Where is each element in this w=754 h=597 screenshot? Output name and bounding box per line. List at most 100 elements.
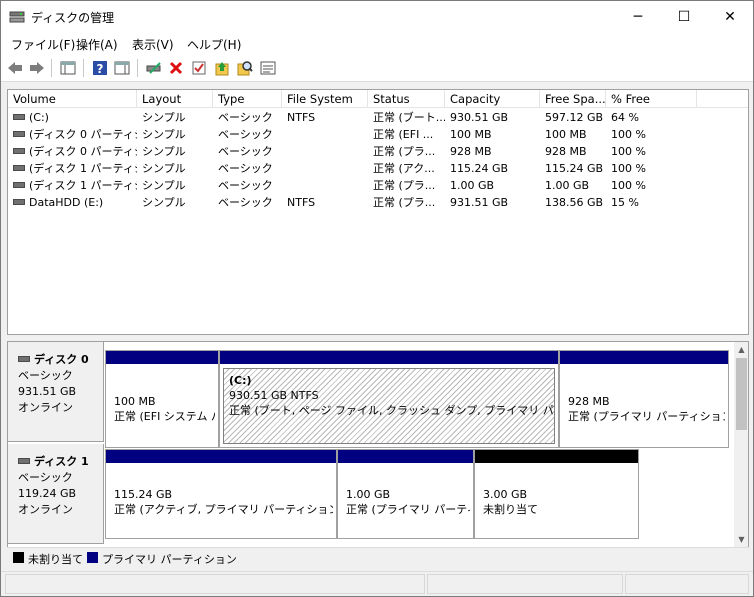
scroll-up-arrow-icon[interactable]: ▲: [734, 342, 748, 356]
cell-volume: (ディスク 0 パーティシ...: [29, 145, 137, 158]
cell-layout: シンプル: [142, 145, 186, 158]
forward-arrow-icon: [30, 62, 44, 74]
partition-size: 1.00 GB: [346, 488, 391, 501]
partition-disk1-primary[interactable]: 1.00 GB 正常 (プライマリ パーティシ: [337, 449, 474, 539]
partition-disk1-active[interactable]: 115.24 GB 正常 (アクティブ, プライマリ パーティション): [105, 449, 337, 539]
menu-action[interactable]: 操作(A): [76, 36, 118, 53]
table-row[interactable]: (ディスク 1 パーティシ... シンプル ベーシック 正常 (アク... 11…: [8, 160, 748, 177]
disk-0-label[interactable]: ディスク 0 ベーシック 931.51 GB オンライン: [8, 342, 104, 442]
minimize-icon: ─: [633, 8, 643, 25]
cell-free-space: 138.56 GB: [545, 196, 604, 209]
cell-status: 正常 (EFI ...: [373, 128, 434, 141]
show-hide-console-tree-button[interactable]: [59, 59, 77, 77]
cell-percent-free: 100 %: [611, 179, 646, 192]
partition-size: 3.00 GB: [483, 488, 528, 501]
partition-size: 930.51 GB NTFS: [229, 389, 319, 402]
partition-disk1-unallocated[interactable]: 3.00 GB 未割り当て: [474, 449, 639, 539]
partition-color-bar: [475, 450, 638, 463]
back-button[interactable]: [6, 59, 24, 77]
drive-icon: [18, 458, 30, 464]
cell-status: 正常 (ブート...: [373, 111, 445, 124]
cell-capacity: 100 MB: [450, 128, 492, 141]
scrollbar-thumb[interactable]: [736, 358, 747, 430]
disk-size: 119.24 GB: [18, 487, 77, 500]
partition-disk0-recovery[interactable]: 928 MB 正常 (プライマリ パーティション): [559, 350, 729, 448]
cell-type: ベーシック: [218, 128, 273, 141]
partition-status: 正常 (アクティブ, プライマリ パーティション): [114, 503, 333, 516]
cell-percent-free: 15 %: [611, 196, 639, 209]
connect-drive-button[interactable]: [145, 59, 163, 77]
column-header-status[interactable]: Status: [368, 90, 445, 108]
menu-bar: ファイル(F) 操作(A) 表示(V) ヘルプ(H): [1, 32, 753, 54]
maximize-button[interactable]: ☐: [661, 1, 707, 32]
menu-file[interactable]: ファイル(F): [11, 36, 75, 53]
up-folder-button[interactable]: [213, 59, 231, 77]
table-row[interactable]: (ディスク 1 パーティシ... シンプル ベーシック 正常 (プラ... 1.…: [8, 177, 748, 194]
scroll-down-arrow-icon[interactable]: ▼: [734, 532, 748, 546]
check-icon: [192, 61, 206, 75]
cell-free-space: 1.00 GB: [545, 179, 590, 192]
minimize-button[interactable]: ─: [615, 1, 661, 32]
column-header-volume[interactable]: Volume: [8, 90, 137, 108]
column-header-type[interactable]: Type: [213, 90, 282, 108]
cell-file-system: [282, 177, 368, 194]
legend-bar: 未割り当て プライマリ パーティション: [7, 547, 749, 567]
check-button[interactable]: [190, 59, 208, 77]
partition-selected-area: (C:) 930.51 GB NTFS 正常 (ブート, ページ ファイル, ク…: [223, 368, 555, 444]
cell-capacity: 115.24 GB: [450, 162, 509, 175]
cell-status: 正常 (プラ...: [373, 145, 436, 158]
properties-icon: [260, 61, 276, 75]
disk-1-label[interactable]: ディスク 1 ベーシック 119.24 GB オンライン: [8, 444, 104, 544]
menu-help[interactable]: ヘルプ(H): [187, 36, 241, 53]
legend-label-primary: プライマリ パーティション: [102, 553, 237, 566]
column-header-file-system[interactable]: File System: [282, 90, 368, 108]
column-header-capacity[interactable]: Capacity: [445, 90, 540, 108]
partition-color-bar: [560, 351, 728, 364]
legend-swatch-unallocated: [13, 552, 24, 563]
drive-icon: [18, 356, 30, 362]
table-row[interactable]: (C:) シンプル ベーシック NTFS 正常 (ブート... 930.51 G…: [8, 109, 748, 126]
partition-status: 正常 (プライマリ パーティション): [568, 410, 725, 423]
svg-text:?: ?: [97, 62, 104, 76]
toolbar-separator: [83, 59, 84, 77]
cell-volume: (ディスク 1 パーティシ...: [29, 162, 137, 175]
partition-status: 正常 (EFI システム パ: [114, 410, 215, 423]
close-button[interactable]: ✕: [707, 1, 753, 32]
partition-status: 正常 (ブート, ページ ファイル, クラッシュ ダンプ, プライマリ パーティ…: [229, 404, 554, 417]
cell-volume: (ディスク 1 パーティシ...: [29, 179, 137, 192]
disk-size: 931.51 GB: [18, 385, 77, 398]
cell-status: 正常 (プラ...: [373, 179, 436, 192]
partition-color-bar: [338, 450, 473, 463]
search-icon: [237, 61, 253, 76]
table-row[interactable]: (ディスク 0 パーティシ... シンプル ベーシック 正常 (EFI ... …: [8, 126, 748, 143]
help-icon: ?: [93, 61, 107, 76]
help-button[interactable]: ?: [91, 59, 109, 77]
column-header-layout[interactable]: Layout: [137, 90, 213, 108]
cell-type: ベーシック: [218, 162, 273, 175]
console-tree-icon: [60, 61, 76, 75]
column-header-percent-free[interactable]: % Free: [606, 90, 697, 108]
delete-icon: [169, 61, 183, 75]
table-row[interactable]: (ディスク 0 パーティシ... シンプル ベーシック 正常 (プラ... 92…: [8, 143, 748, 160]
forward-button[interactable]: [28, 59, 46, 77]
menu-view[interactable]: 表示(V): [132, 36, 174, 53]
delete-button[interactable]: [167, 59, 185, 77]
vertical-scrollbar[interactable]: ▲ ▼: [734, 342, 748, 566]
cell-percent-free: 100 %: [611, 145, 646, 158]
cell-free-space: 115.24 GB: [545, 162, 604, 175]
show-hide-action-pane-button[interactable]: [113, 59, 131, 77]
partition-color-bar: [106, 351, 218, 364]
cell-percent-free: 100 %: [611, 128, 646, 141]
partition-disk0-c[interactable]: (C:) 930.51 GB NTFS 正常 (ブート, ページ ファイル, ク…: [219, 350, 559, 448]
properties-button[interactable]: [259, 59, 277, 77]
table-row[interactable]: DataHDD (E:) シンプル ベーシック NTFS 正常 (プラ... 9…: [8, 194, 748, 211]
partition-status: 正常 (プライマリ パーティシ: [346, 503, 470, 516]
toolbar-separator: [51, 59, 52, 77]
column-header-free-space[interactable]: Free Spa...: [540, 90, 606, 108]
status-segment: [427, 574, 623, 594]
cell-free-space: 928 MB: [545, 145, 587, 158]
cell-volume: (C:): [29, 111, 49, 124]
partition-disk0-efi[interactable]: 100 MB 正常 (EFI システム パ: [105, 350, 219, 448]
search-button[interactable]: [236, 59, 254, 77]
cell-file-system: NTFS: [287, 196, 316, 209]
